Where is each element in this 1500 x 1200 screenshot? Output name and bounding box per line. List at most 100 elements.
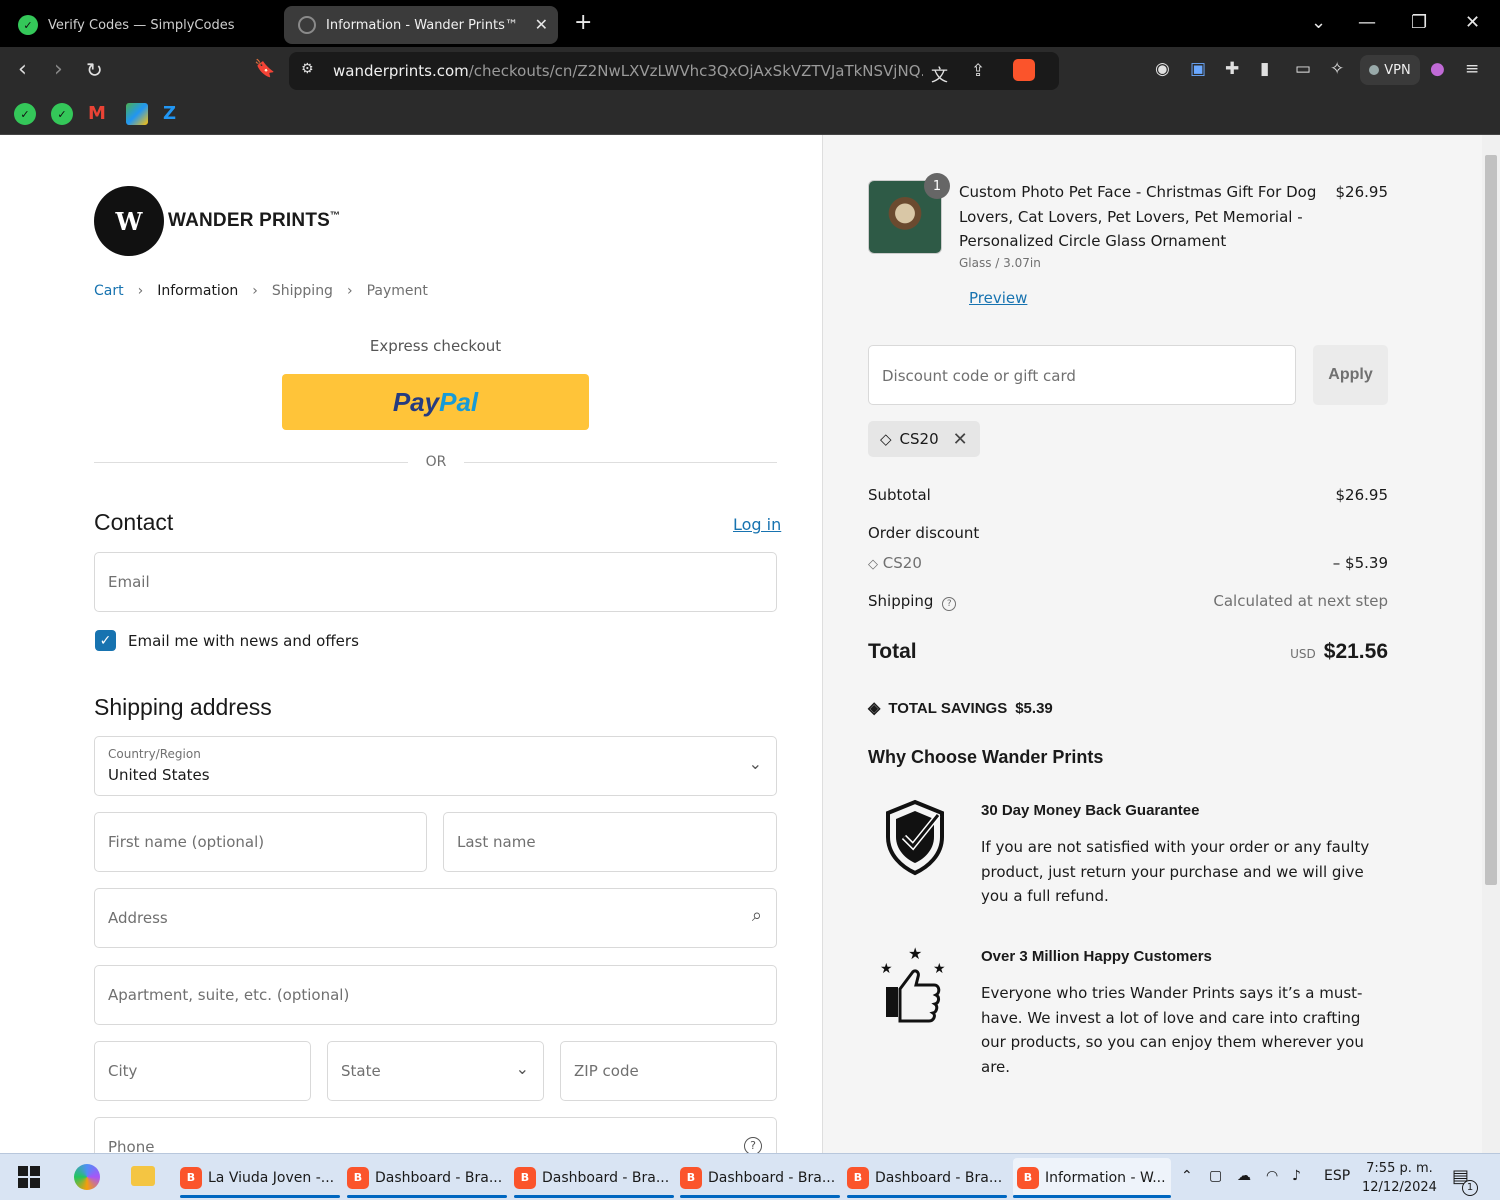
- wifi-icon[interactable]: ◠: [1266, 1168, 1278, 1184]
- first-name-field[interactable]: First name (optional): [94, 812, 427, 872]
- vpn-status-icon: [1369, 65, 1380, 75]
- logo-text: WANDER PRINTS™: [168, 210, 341, 231]
- browser-toolbar: ‹ › ↻ 🔖 ⚙ wanderprints.com/checkouts/cn/…: [0, 47, 1500, 95]
- scrollbar-thumb[interactable]: [1485, 155, 1497, 885]
- taskbar-item-dashboard[interactable]: B Dashboard - Bra...: [514, 1158, 674, 1198]
- tab-list-chevron-icon[interactable]: ⌄: [1311, 12, 1326, 33]
- shipping-address-heading: Shipping address: [94, 694, 272, 720]
- cloud-offline-icon[interactable]: ☁: [1237, 1168, 1251, 1184]
- simplycodes-bookmark-icon[interactable]: ✓: [51, 103, 73, 125]
- url-text[interactable]: wanderprints.com/checkouts/cn/Z2NwLXVzLW…: [333, 62, 923, 80]
- windows-start-icon[interactable]: [18, 1166, 40, 1188]
- profile-icon[interactable]: ●: [1430, 59, 1445, 79]
- photos-bookmark-icon[interactable]: [126, 103, 148, 125]
- shipping-value: Calculated at next step: [1213, 592, 1388, 610]
- extensions-puzzle-icon[interactable]: ✚: [1225, 59, 1239, 79]
- help-icon[interactable]: ?: [942, 597, 957, 611]
- state-select[interactable]: State ⌄: [327, 1041, 544, 1101]
- new-tab-button[interactable]: +: [574, 10, 592, 35]
- total-amount: $21.56: [1323, 640, 1388, 663]
- newsletter-checkbox[interactable]: ✓: [95, 630, 116, 651]
- reload-button[interactable]: ↻: [86, 58, 103, 82]
- help-icon[interactable]: ?: [744, 1137, 762, 1153]
- checkout-page: W WANDER PRINTS™ Cart › Information › Sh…: [0, 135, 1500, 1153]
- country-label: Country/Region: [108, 747, 201, 761]
- translate-icon[interactable]: 文: [931, 61, 948, 86]
- taskbar-item-label: La Viuda Joven -...: [208, 1169, 335, 1186]
- simplycodes-bookmark-icon[interactable]: ✓: [14, 103, 36, 125]
- newsletter-label[interactable]: Email me with news and offers: [128, 632, 359, 650]
- express-checkout-label: Express checkout: [369, 337, 502, 355]
- shipping-label: Shipping: [868, 592, 934, 610]
- tab-verify-codes[interactable]: ✓ Verify Codes — SimplyCodes: [10, 6, 280, 44]
- bookmark-icon[interactable]: 🔖: [254, 59, 275, 79]
- wallet-icon[interactable]: ▭: [1295, 59, 1311, 79]
- brave-icon: B: [514, 1166, 536, 1189]
- paypal-button[interactable]: Pay Pal: [282, 374, 589, 430]
- restore-button[interactable]: ❐: [1411, 12, 1427, 33]
- feature-title: 30 Day Money Back Guarantee: [981, 802, 1200, 819]
- taskbar-item-dashboard[interactable]: B Dashboard - Bra...: [680, 1158, 840, 1198]
- email-field[interactable]: Email: [94, 552, 777, 612]
- taskbar-item-la-viuda-joven[interactable]: B La Viuda Joven -...: [180, 1158, 340, 1198]
- feature-title: Over 3 Million Happy Customers: [981, 948, 1212, 965]
- site-settings-icon[interactable]: ⚙: [301, 61, 314, 77]
- running-indicator: [347, 1195, 507, 1198]
- phone-field[interactable]: Phone ?: [94, 1117, 777, 1153]
- gmail-bookmark-icon[interactable]: M: [88, 103, 110, 125]
- apartment-field[interactable]: Apartment, suite, etc. (optional): [94, 965, 777, 1025]
- back-button[interactable]: ‹: [18, 57, 27, 82]
- share-icon[interactable]: ⇪: [971, 61, 985, 81]
- address-field[interactable]: Address ⌕: [94, 888, 777, 948]
- taskbar-item-information[interactable]: B Information - W...: [1013, 1158, 1171, 1198]
- bookmarks-bar: ✓ ✓ M Z: [0, 95, 1500, 135]
- forward-button[interactable]: ›: [54, 57, 63, 82]
- shield-check-icon: [886, 799, 944, 876]
- copilot-icon[interactable]: [74, 1164, 100, 1190]
- store-logo[interactable]: W WANDER PRINTS™: [94, 186, 340, 256]
- breadcrumb-cart[interactable]: Cart: [94, 283, 124, 299]
- chevron-up-icon[interactable]: ⌃: [1181, 1168, 1193, 1184]
- volume-icon[interactable]: ♪: [1292, 1168, 1301, 1184]
- currency-code: USD: [1290, 647, 1316, 661]
- zillow-bookmark-icon[interactable]: Z: [163, 103, 185, 125]
- preview-link[interactable]: Preview: [969, 289, 1027, 307]
- chevron-right-icon: ›: [252, 283, 258, 299]
- taskbar-item-dashboard[interactable]: B Dashboard - Bra...: [347, 1158, 507, 1198]
- leo-icon[interactable]: ◉: [1155, 59, 1170, 79]
- thumbs-up-stars-icon: ★ ★ ★: [880, 944, 946, 1023]
- log-in-link[interactable]: Log in: [733, 515, 781, 534]
- running-indicator: [514, 1195, 674, 1198]
- taskbar-item-label: Information - W...: [1045, 1169, 1166, 1186]
- menu-icon[interactable]: ≡: [1465, 59, 1479, 79]
- country-select[interactable]: Country/Region United States ⌄: [94, 736, 777, 796]
- city-field[interactable]: City: [94, 1041, 311, 1101]
- minimize-button[interactable]: —: [1358, 12, 1376, 33]
- taskbar-item-dashboard[interactable]: B Dashboard - Bra...: [847, 1158, 1007, 1198]
- apply-button[interactable]: Apply: [1313, 345, 1388, 405]
- language-indicator[interactable]: ESP: [1324, 1168, 1350, 1184]
- simplycodes-favicon-icon: ✓: [18, 15, 38, 35]
- leo-ai-icon[interactable]: ✧: [1330, 59, 1344, 79]
- product-price: $26.95: [1335, 183, 1389, 201]
- page-scrollbar[interactable]: [1482, 135, 1500, 1153]
- tab-information-wander-prints[interactable]: Information - Wander Prints™ - ✕: [284, 6, 558, 44]
- sidebar-icon[interactable]: ▮: [1260, 59, 1269, 79]
- close-tab-icon[interactable]: ✕: [535, 15, 548, 34]
- applied-code-label: CS20: [899, 430, 939, 448]
- taskbar-item-label: Dashboard - Bra...: [875, 1169, 1003, 1186]
- remove-code-icon[interactable]: ✕: [953, 429, 968, 450]
- extension-badge-icon[interactable]: ▣: [1190, 59, 1206, 79]
- last-name-field[interactable]: Last name: [443, 812, 777, 872]
- vpn-button[interactable]: VPN: [1360, 55, 1420, 85]
- clock[interactable]: 7:55 p. m. 12/12/2024: [1362, 1159, 1437, 1197]
- brave-icon: B: [680, 1166, 702, 1189]
- close-window-button[interactable]: ✕: [1465, 12, 1480, 33]
- meet-now-icon[interactable]: ▢: [1209, 1168, 1222, 1184]
- file-explorer-icon[interactable]: [131, 1166, 155, 1186]
- discount-code-input[interactable]: Discount code or gift card: [868, 345, 1296, 405]
- zip-code-field[interactable]: ZIP code: [560, 1041, 777, 1101]
- feature-body: Everyone who tries Wander Prints says it…: [981, 984, 1364, 1076]
- address-bar[interactable]: ⚙ wanderprints.com/checkouts/cn/Z2NwLXVz…: [289, 52, 1059, 90]
- brave-shields-icon[interactable]: [1013, 59, 1035, 81]
